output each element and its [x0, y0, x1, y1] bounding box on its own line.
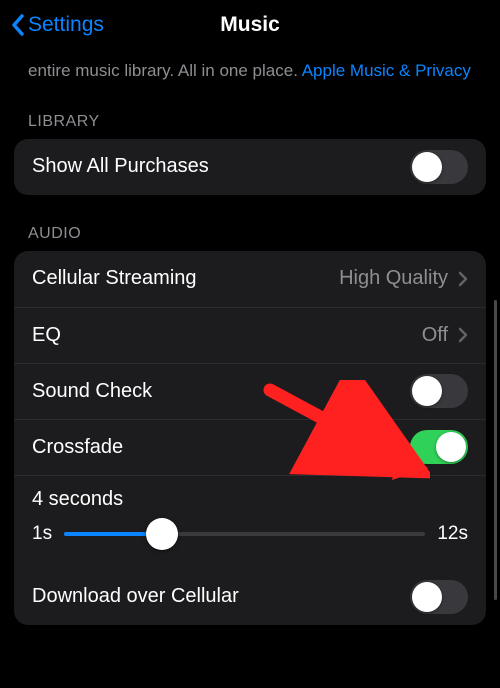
chevron-left-icon	[10, 14, 25, 36]
row-label: Sound Check	[32, 380, 410, 403]
toggle-knob	[412, 376, 442, 406]
scroll-indicator[interactable]	[494, 300, 497, 600]
crossfade-slider[interactable]	[64, 517, 425, 551]
row-sound-check[interactable]: Sound Check	[14, 363, 486, 419]
nav-bar: Settings Music	[0, 0, 500, 50]
row-label: Cellular Streaming	[32, 267, 339, 290]
slider-track-row: 1s 12s	[32, 517, 468, 551]
row-download-over-cellular[interactable]: Download over Cellular	[14, 569, 486, 625]
row-label: Crossfade	[32, 436, 410, 459]
back-button[interactable]: Settings	[10, 13, 104, 37]
row-label: EQ	[32, 324, 422, 347]
intro-text-fragment: entire music library. All in one place.	[28, 61, 302, 80]
slider-min-label: 1s	[32, 523, 52, 545]
toggle-show-all-purchases[interactable]	[410, 150, 468, 184]
back-label: Settings	[28, 13, 104, 37]
group-library: Show All Purchases	[14, 139, 486, 195]
toggle-sound-check[interactable]	[410, 374, 468, 408]
row-eq[interactable]: EQ Off	[14, 307, 486, 363]
toggle-download-over-cellular[interactable]	[410, 580, 468, 614]
row-label: Download over Cellular	[32, 585, 410, 608]
intro-footer-text: entire music library. All in one place. …	[14, 50, 486, 83]
toggle-crossfade[interactable]	[410, 430, 468, 464]
chevron-right-icon	[458, 327, 468, 343]
row-value: Off	[422, 324, 448, 347]
apple-music-privacy-link[interactable]: Apple Music & Privacy	[302, 61, 471, 80]
row-crossfade-slider: 4 seconds 1s 12s	[14, 475, 486, 569]
slider-max-label: 12s	[437, 523, 468, 545]
section-header-audio: AUDIO	[14, 195, 486, 251]
chevron-right-icon	[458, 271, 468, 287]
group-audio: Cellular Streaming High Quality EQ Off S…	[14, 251, 486, 625]
slider-current-value: 4 seconds	[32, 488, 468, 511]
page-title: Music	[220, 13, 280, 37]
toggle-knob	[436, 432, 466, 462]
row-cellular-streaming[interactable]: Cellular Streaming High Quality	[14, 251, 486, 307]
row-crossfade[interactable]: Crossfade	[14, 419, 486, 475]
slider-thumb[interactable]	[146, 518, 178, 550]
toggle-knob	[412, 152, 442, 182]
toggle-knob	[412, 582, 442, 612]
row-value: High Quality	[339, 267, 448, 290]
section-header-library: LIBRARY	[14, 83, 486, 139]
content: entire music library. All in one place. …	[0, 50, 500, 625]
row-show-all-purchases[interactable]: Show All Purchases	[14, 139, 486, 195]
row-label: Show All Purchases	[32, 155, 410, 178]
